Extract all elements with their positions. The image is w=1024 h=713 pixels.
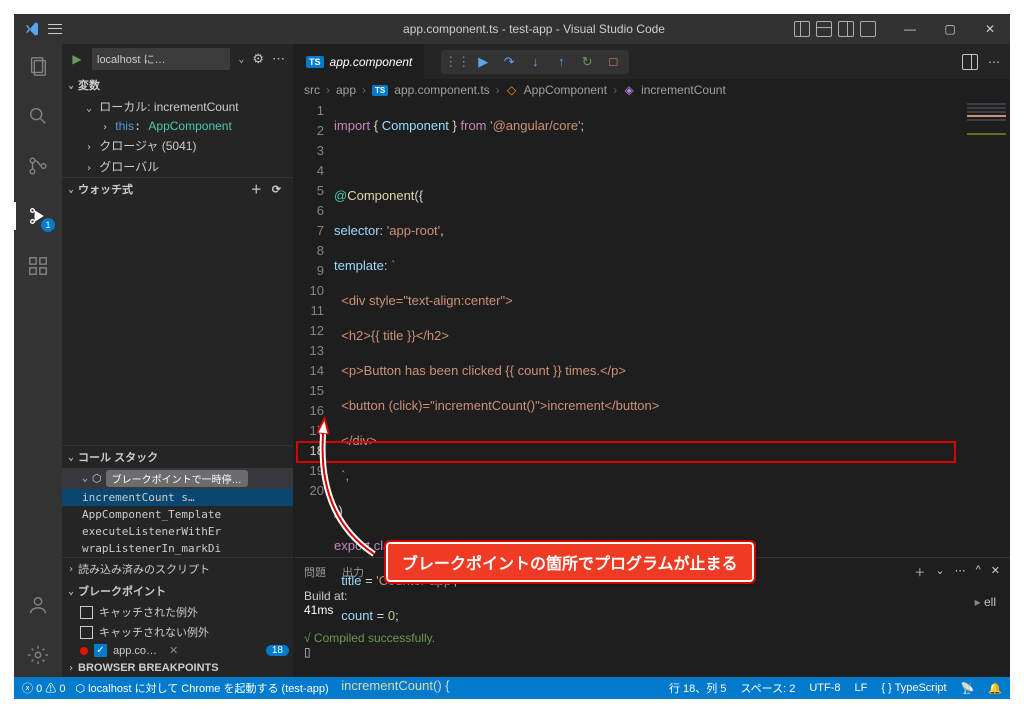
scope-global[interactable]: › グローバル [62,156,293,177]
start-debug-button[interactable]: ▶ [70,52,84,66]
refresh-watch-icon[interactable]: ⟳ [272,183,281,196]
minimize-button[interactable]: — [890,14,930,44]
var-this[interactable]: › this: AppComponent [62,117,293,135]
window-title: app.component.ts - test-app - Visual Stu… [274,22,794,36]
add-watch-icon[interactable]: ＋ [251,181,262,197]
browser-breakpoints-section[interactable]: ›BROWSER BREAKPOINTS [62,659,293,677]
maximize-panel-icon[interactable]: ^ [976,564,981,580]
layout-full-icon[interactable] [860,21,876,37]
bp-uncaught[interactable]: キャッチされない例外 [62,622,293,642]
source-control-icon[interactable] [14,150,62,182]
breakpoints-section[interactable]: ⌄ブレークポイント [62,580,293,602]
debug-toolbar: ⋮⋮ ▶ ↷ ↓ ↑ ↻ □ [441,50,629,74]
tab-problems[interactable]: 問題 [304,564,326,580]
stack-frame-2[interactable]: executeListenerWithEr [62,523,293,540]
close-button[interactable]: ✕ [970,14,1010,44]
status-errors[interactable]: ⓧ 0 ⚠ 0 [22,680,65,696]
status-launch[interactable]: ⬡ localhost に対して Chrome を起動する (test-app) [75,680,328,696]
breadcrumb[interactable]: src› app› TSapp.component.ts› ◇AppCompon… [294,79,1010,101]
scope-closure[interactable]: › クロージャ (5041) [62,135,293,156]
step-out-button[interactable]: ↑ [553,54,569,70]
launch-config-select[interactable]: localhost に… [92,48,230,70]
annotation-callout: ブレークポイントの箇所でプログラムが止まる [386,542,754,582]
configure-gear-icon[interactable]: ⚙ [252,51,264,67]
account-icon[interactable] [14,589,62,621]
bp-caught[interactable]: キャッチされた例外 [62,602,293,622]
step-into-button[interactable]: ↓ [527,54,543,70]
settings-gear-icon[interactable] [14,639,62,671]
menu-icon[interactable] [48,22,62,36]
callstack-paused[interactable]: ⌄ ⬡ ブレークポイントで一時停… [62,468,293,489]
debug-sidebar: ▶ localhost に… ⌄ ⚙ ⋯ ⌄変数 ⌄ ローカル: increme… [62,44,294,677]
stack-frame-0[interactable]: incrementCount s… [62,489,293,506]
scope-local[interactable]: ⌄ ローカル: incrementCount [62,96,293,117]
loaded-scripts-section[interactable]: ›読み込み済みのスクリプト [62,558,293,580]
callstack-section[interactable]: ⌄コール スタック [62,446,293,468]
vscode-logo-icon [24,21,40,37]
bell-icon[interactable]: 🔔 [988,682,1002,695]
split-editor-icon[interactable] [962,54,978,70]
explorer-icon[interactable] [14,50,62,82]
stack-frame-3[interactable]: wrapListenerIn_markDi [62,540,293,557]
extensions-icon[interactable] [14,250,62,282]
editor-more-icon[interactable]: ⋯ [988,55,1000,69]
layout-sidebar-left-icon[interactable] [794,21,810,37]
activity-bar: 1 [14,44,62,677]
maximize-button[interactable]: ▢ [930,14,970,44]
search-icon[interactable] [14,100,62,132]
watch-section[interactable]: ⌄ウォッチ式＋⟳ [62,178,293,200]
drag-handle-icon[interactable]: ⋮⋮ [449,54,465,70]
continue-button[interactable]: ▶ [475,54,491,70]
variables-section[interactable]: ⌄変数 [62,74,293,96]
feedback-icon[interactable]: 📡 [961,682,975,695]
more-icon[interactable]: ⋯ [272,51,285,67]
step-over-button[interactable]: ↷ [501,54,517,70]
stop-button[interactable]: □ [605,54,621,70]
close-panel-icon[interactable]: ✕ [991,564,1000,580]
title-bar: app.component.ts - test-app - Visual Stu… [14,14,1010,44]
code-editor[interactable]: 1234567891011121314151617181920 import {… [294,101,1010,557]
ts-icon: TS [306,56,324,68]
layout-panel-icon[interactable] [816,21,832,37]
layout-sidebar-right-icon[interactable] [838,21,854,37]
tab-app-component[interactable]: TS app.component [294,44,425,79]
bp-file[interactable]: ✓app.co…✕18 [62,642,293,659]
stack-frame-1[interactable]: AppComponent_Template [62,506,293,523]
minimap[interactable] [962,101,1010,557]
debug-icon[interactable]: 1 [14,200,62,232]
debug-badge: 1 [41,218,55,232]
editor-tabs: TS app.component ⋮⋮ ▶ ↷ ↓ ↑ ↻ □ ⋯ [294,44,1010,79]
restart-button[interactable]: ↻ [579,54,595,70]
